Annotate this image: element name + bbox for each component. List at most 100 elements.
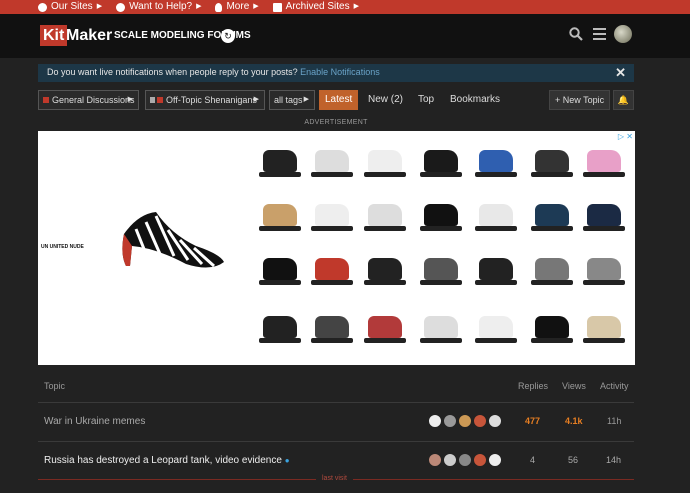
shoe-thumbnail-image xyxy=(531,251,573,287)
notification-message: Do you want live notifications when peop… xyxy=(47,67,301,77)
views-column-header[interactable]: Views xyxy=(562,381,586,391)
site-switch-icon[interactable]: ↻ xyxy=(221,29,235,43)
topic-nav: General Discussions ▶ Off-Topic Shenanig… xyxy=(38,90,634,110)
shoe-thumbnail-image xyxy=(420,309,462,345)
topic-title[interactable]: War in Ukraine memes xyxy=(44,416,145,427)
hamburger-menu-icon[interactable] xyxy=(593,28,606,40)
caret-right-icon: ▶ xyxy=(253,96,259,103)
lightbulb-icon xyxy=(215,2,223,12)
shoe-thumbnail-image xyxy=(259,251,301,287)
archive-icon xyxy=(272,2,282,12)
caret-right-icon: ▶ xyxy=(127,96,133,103)
views-count: 4.1k xyxy=(565,416,583,426)
tags-dropdown[interactable]: all tags ▶ xyxy=(269,90,315,110)
avatar[interactable] xyxy=(488,414,502,428)
unread-dot-icon: ● xyxy=(284,456,290,465)
shoe-thumbnail-image xyxy=(583,143,625,179)
category-dropdown[interactable]: General Discussions ▶ xyxy=(38,90,139,110)
replies-count[interactable]: 4 xyxy=(530,455,535,465)
want-to-help-menu[interactable]: Want to Help? ▶ xyxy=(116,0,201,14)
logo-maker[interactable]: Maker xyxy=(66,25,112,46)
user-avatar[interactable] xyxy=(614,25,632,43)
table-row[interactable]: War in Ukraine memes 477 4.1k 11h xyxy=(38,403,634,441)
enable-notifications-link[interactable]: Enable Notifications xyxy=(300,67,380,77)
want-to-help-label: Want to Help? xyxy=(129,1,193,12)
archived-sites-menu[interactable]: Archived Sites ▶ xyxy=(272,0,359,14)
avatar[interactable] xyxy=(428,453,442,467)
category-color-icon xyxy=(43,97,49,103)
caret-right-icon: ▶ xyxy=(96,3,103,10)
shoe-thumbnail-image xyxy=(311,197,353,233)
avatar[interactable] xyxy=(443,414,457,428)
shoe-thumbnail-image xyxy=(364,309,406,345)
avatar[interactable] xyxy=(473,414,487,428)
new-topic-label: New Topic xyxy=(562,95,605,105)
tags-dropdown-label: all tags xyxy=(274,95,303,105)
avatar[interactable] xyxy=(443,453,457,467)
views-count: 56 xyxy=(568,455,579,465)
shoe-thumbnail-image xyxy=(475,251,517,287)
tab-new[interactable]: New (2) xyxy=(368,90,403,110)
shoe-thumbnail-image xyxy=(583,251,625,287)
activity-time[interactable]: 11h xyxy=(607,416,621,426)
category-dropdown-label: General Discussions xyxy=(52,95,135,105)
avatar[interactable] xyxy=(488,453,502,467)
advertisement-banner[interactable]: ▷ ✕ UN UNITED NUDE xyxy=(38,131,635,365)
subcategory-dropdown[interactable]: Off-Topic Shenanigans ▶ xyxy=(145,90,265,110)
more-menu[interactable]: More ▶ xyxy=(215,0,259,14)
notification-text: Do you want live notifications when peop… xyxy=(47,67,380,77)
caret-right-icon: ▶ xyxy=(353,3,359,10)
shoe-thumbnail-image xyxy=(364,197,406,233)
subcategory-color-icon xyxy=(157,97,163,103)
last-visit-label: last visit xyxy=(316,475,353,482)
caret-right-icon: ▶ xyxy=(303,96,309,103)
caret-right-icon: ▶ xyxy=(196,3,202,10)
shoe-thumbnail-image xyxy=(259,197,301,233)
lock-icon xyxy=(150,97,155,103)
shoe-thumbnail-image xyxy=(364,251,406,287)
globe-icon xyxy=(38,2,47,12)
notification-banner: Do you want live notifications when peop… xyxy=(38,64,634,82)
new-topic-button[interactable]: + New Topic xyxy=(549,90,610,110)
site-header: Kit Maker SCALE MODELING FORUMS ↻ xyxy=(0,14,690,58)
our-sites-menu[interactable]: Our Sites ▶ xyxy=(38,0,102,14)
shoe-thumbnail-image xyxy=(259,309,301,345)
tab-bookmarks[interactable]: Bookmarks xyxy=(450,90,500,110)
shoe-thumbnail-image xyxy=(475,143,517,179)
ad-brand-logo: UN UNITED NUDE xyxy=(41,244,84,250)
tab-latest[interactable]: Latest xyxy=(319,90,359,110)
topic-title[interactable]: Russia has destroyed a Leopard tank, vid… xyxy=(44,455,290,466)
shoe-thumbnail-image xyxy=(259,143,301,179)
shoe-thumbnail-image xyxy=(420,143,462,179)
shoe-thumbnail-image xyxy=(364,143,406,179)
topic-column-header[interactable]: Topic xyxy=(44,381,65,391)
plus-icon: + xyxy=(555,95,563,105)
help-icon xyxy=(116,2,126,12)
logo-kit[interactable]: Kit xyxy=(40,25,68,46)
tab-top[interactable]: Top xyxy=(418,90,434,110)
avatar[interactable] xyxy=(473,453,487,467)
featured-shoe-image xyxy=(122,212,224,268)
shoe-thumbnail-image xyxy=(531,309,573,345)
shoe-thumbnail-image xyxy=(311,251,353,287)
shoe-thumbnail-image xyxy=(311,143,353,179)
activity-time[interactable]: 14h xyxy=(606,455,621,465)
shoe-thumbnail-image xyxy=(475,197,517,233)
shoe-thumbnail-image xyxy=(420,197,462,233)
avatar[interactable] xyxy=(458,453,472,467)
shoe-thumbnail-image xyxy=(311,309,353,345)
subcategory-dropdown-label: Off-Topic Shenanigans xyxy=(166,95,257,105)
bell-icon[interactable]: 🔔 xyxy=(613,90,634,110)
topic-title-text[interactable]: Russia has destroyed a Leopard tank, vid… xyxy=(44,455,282,466)
more-label: More xyxy=(226,1,250,12)
search-icon[interactable] xyxy=(569,27,583,41)
caret-right-icon: ▶ xyxy=(253,3,259,10)
ad-choices-icon[interactable]: ▷ ✕ xyxy=(618,132,633,141)
close-icon[interactable]: ✕ xyxy=(615,65,626,81)
avatar[interactable] xyxy=(458,414,472,428)
shoe-thumbnail-image xyxy=(583,197,625,233)
avatar[interactable] xyxy=(428,414,442,428)
replies-column-header[interactable]: Replies xyxy=(518,381,548,391)
replies-count[interactable]: 477 xyxy=(525,416,540,426)
activity-column-header[interactable]: Activity xyxy=(600,381,629,391)
